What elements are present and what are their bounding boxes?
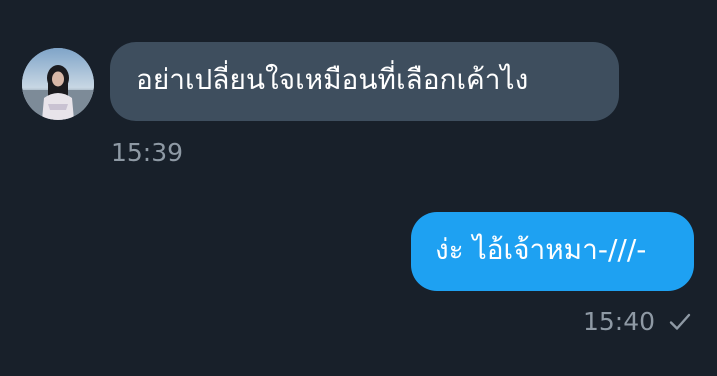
check-icon [669, 313, 691, 330]
outgoing-message-bubble[interactable]: ง่ะ ไอ้เจ้าหมา-///- [411, 212, 694, 291]
incoming-message-text: อย่าเปลี่ยนใจเหมือนที่เลือกเค้าไง [136, 63, 529, 96]
avatar[interactable] [22, 48, 94, 120]
outgoing-message-text: ง่ะ ไอ้เจ้าหมา-///- [435, 233, 647, 266]
incoming-message-bubble[interactable]: อย่าเปลี่ยนใจเหมือนที่เลือกเค้าไง [110, 42, 619, 121]
outgoing-message-timestamp: 15:40 [583, 307, 656, 336]
incoming-message-timestamp: 15:39 [111, 138, 184, 167]
avatar-image [22, 48, 94, 120]
